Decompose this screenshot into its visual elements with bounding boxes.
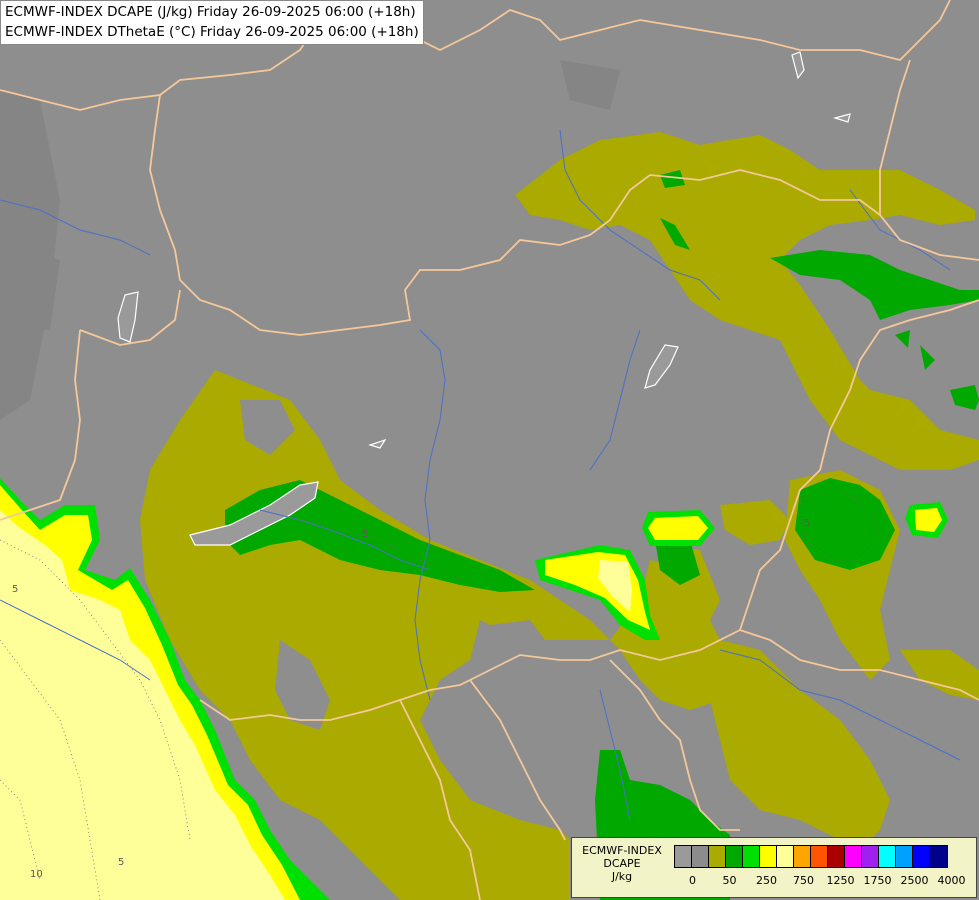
contour-label: 5 xyxy=(118,857,124,868)
legend-swatch xyxy=(879,846,896,867)
legend-swatch xyxy=(692,846,709,867)
map-title-box: ECMWF-INDEX DCAPE (J/kg) Friday 26-09-20… xyxy=(0,0,424,45)
legend-tick-label: 50 xyxy=(722,874,737,887)
legend-swatch xyxy=(743,846,760,867)
legend-swatch xyxy=(828,846,845,867)
legend-title-unit: J/kg xyxy=(611,870,633,883)
title-dcape: ECMWF-INDEX DCAPE (J/kg) Friday 26-09-20… xyxy=(5,4,416,20)
legend-swatch xyxy=(675,846,692,867)
legend-title: ECMWF-INDEX DCAPE J/kg xyxy=(576,844,668,883)
legend-swatch xyxy=(726,846,743,867)
legend-tick-label: 250 xyxy=(756,874,777,887)
legend-tick-label: 750 xyxy=(793,874,814,887)
legend-tick-label: 1250 xyxy=(826,874,855,887)
contour-label: 5 xyxy=(362,529,368,540)
legend-swatch xyxy=(794,846,811,867)
legend-swatch xyxy=(760,846,777,867)
legend-title-source: ECMWF-INDEX xyxy=(582,844,662,857)
legend-swatch xyxy=(811,846,828,867)
contour-label: 10 xyxy=(30,869,43,880)
legend-swatch xyxy=(913,846,930,867)
legend-tick-label: 1750 xyxy=(863,874,892,887)
legend-tick-label: 2500 xyxy=(900,874,929,887)
contour-label: 5 xyxy=(12,584,18,595)
legend-swatch xyxy=(845,846,862,867)
legend-ticks: 0 50 250 750 1250 1750 2500 4000 xyxy=(674,874,978,888)
legend-tick-label: 0 xyxy=(689,874,696,887)
legend-title-param: DCAPE xyxy=(603,857,641,870)
legend-tick-label: 4000 xyxy=(937,874,966,887)
legend-swatch xyxy=(777,846,794,867)
weather-map: 5 5 -5 5 10 xyxy=(0,0,979,900)
contour-label: -5 xyxy=(800,518,810,529)
title-dthetae: ECMWF-INDEX DThetaE (°C) Friday 26-09-20… xyxy=(5,24,419,40)
legend-swatch xyxy=(896,846,913,867)
color-legend: ECMWF-INDEX DCAPE J/kg 0 50 250 750 1250 1750… xyxy=(571,837,977,898)
legend-swatch xyxy=(930,846,947,867)
legend-swatch xyxy=(862,846,879,867)
legend-swatches xyxy=(674,845,948,868)
legend-swatch xyxy=(709,846,726,867)
